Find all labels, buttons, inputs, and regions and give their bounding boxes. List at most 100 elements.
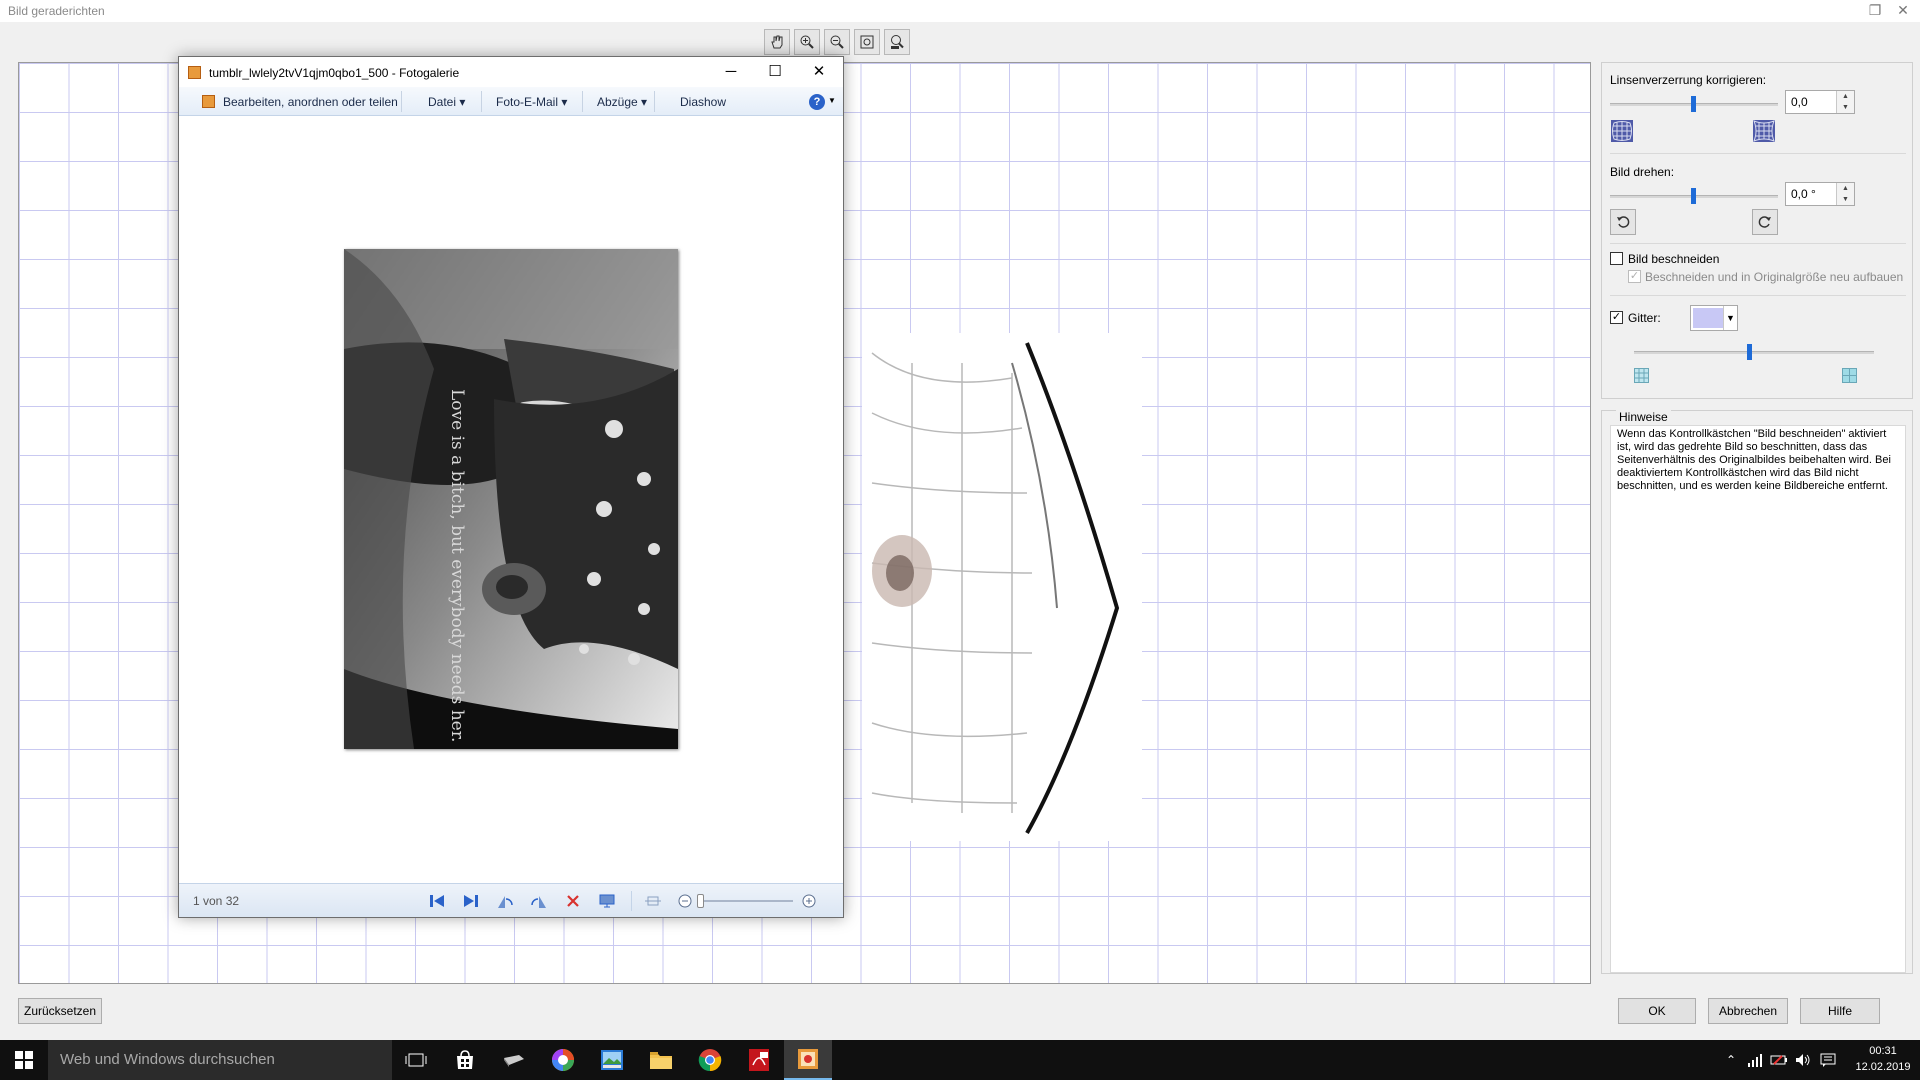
grid-color-swatch <box>1693 308 1723 328</box>
separator <box>631 891 632 911</box>
gallery-status-bar: 1 von 32 <box>179 883 843 917</box>
edit-icon <box>202 95 215 108</box>
rotate-left-icon <box>1617 216 1630 228</box>
large-grid-icon <box>1842 368 1857 383</box>
chrome-icon[interactable] <box>686 1040 734 1080</box>
zoom-in-icon[interactable] <box>794 29 820 55</box>
actual-size-icon[interactable] <box>884 29 910 55</box>
pincushion-distortion-icon <box>1753 120 1775 142</box>
hints-text: Wenn das Kontrollkästchen "Bild beschnei… <box>1610 425 1906 973</box>
window-title-bar: Bild geraderichten ❐ ✕ <box>0 0 1920 22</box>
maximize-icon[interactable]: ☐ <box>753 59 797 83</box>
chevron-down-icon[interactable]: ▼ <box>1723 306 1737 330</box>
rotate-value-input[interactable]: 0,0 ° ▲ ▼ <box>1785 182 1855 206</box>
grid-size-slider[interactable] <box>1634 351 1874 354</box>
photo-gallery-taskbar-icon[interactable] <box>784 1040 832 1080</box>
delete-icon[interactable] <box>563 892 583 910</box>
gallery-viewer: Love is a bitch, but everybody needs her… <box>179 116 843 883</box>
rotate-left-button[interactable] <box>1610 209 1636 235</box>
separator <box>401 91 402 112</box>
pdf-app-icon[interactable] <box>735 1040 783 1080</box>
zoom-slider[interactable] <box>697 900 793 902</box>
separator <box>582 91 583 112</box>
zoom-slider-thumb[interactable] <box>697 894 704 908</box>
store-icon[interactable] <box>441 1040 489 1080</box>
barrel-distortion-icon <box>1611 120 1633 142</box>
zoom-out-icon[interactable] <box>675 892 695 910</box>
hints-group: Hinweise Wenn das Kontrollkästchen "Bild… <box>1601 410 1913 974</box>
minimize-icon[interactable]: ─ <box>709 59 753 83</box>
volume-icon[interactable] <box>1792 1040 1814 1080</box>
taskbar-search-input[interactable]: Web und Windows durchsuchen <box>48 1040 392 1080</box>
rotate-label: Bild drehen: <box>1610 165 1675 179</box>
preview-photo <box>862 333 1142 841</box>
ok-button[interactable]: OK <box>1618 998 1696 1024</box>
photo-viewer-icon[interactable] <box>588 1040 636 1080</box>
rotate-slider-thumb[interactable] <box>1691 188 1696 204</box>
slideshow-icon[interactable] <box>597 892 617 910</box>
cancel-button[interactable]: Abbrechen <box>1708 998 1788 1024</box>
tray-chevron-icon[interactable]: ⌃ <box>1720 1040 1742 1080</box>
next-icon[interactable] <box>461 892 481 910</box>
taskbar: Web und Windows durchsuchen ⌃ 00:31 12.0… <box>0 1040 1920 1080</box>
battery-icon[interactable] <box>1768 1040 1790 1080</box>
separator <box>1610 243 1906 244</box>
gallery-photo: Love is a bitch, but everybody needs her… <box>344 249 678 749</box>
restore-icon[interactable]: ❐ <box>1860 0 1890 20</box>
hand-icon[interactable] <box>764 29 790 55</box>
zoom-in-icon[interactable] <box>799 892 819 910</box>
chevron-down-icon[interactable]: ▼ <box>828 96 836 105</box>
lens-value-input[interactable]: 0,0 ▲ ▼ <box>1785 90 1855 114</box>
zoom-out-icon[interactable] <box>824 29 850 55</box>
separator <box>1610 153 1906 154</box>
help-button[interactable]: Hilfe <box>1800 998 1880 1024</box>
rotate-right-button[interactable] <box>1752 209 1778 235</box>
file-explorer-icon[interactable] <box>637 1040 685 1080</box>
grid-size-slider-thumb[interactable] <box>1747 344 1753 360</box>
hints-title: Hinweise <box>1616 410 1671 424</box>
action-center-icon[interactable] <box>1816 1040 1840 1080</box>
windows-icon <box>15 1051 33 1069</box>
rotate-spinner-icon[interactable]: ▲ ▼ <box>1836 183 1854 205</box>
reset-button[interactable]: Zurücksetzen <box>18 998 102 1024</box>
task-view-icon[interactable] <box>392 1040 440 1080</box>
rotate-ccw-icon[interactable] <box>495 892 515 910</box>
view-toolbar <box>764 29 910 55</box>
menu-slideshow[interactable]: Diashow <box>680 95 726 109</box>
menu-edit[interactable]: Bearbeiten, anordnen oder teilen <box>223 95 398 109</box>
menu-file[interactable]: Datei ▾ <box>428 95 465 109</box>
settings-panel: Linsenverzerrung korrigieren: 0,0 ▲ ▼ Bil… <box>1601 62 1913 399</box>
crop-sub-label: Beschneiden und in Originalgröße neu auf… <box>1645 270 1904 284</box>
ssd-app-icon[interactable] <box>490 1040 538 1080</box>
clock-date: 12.02.2019 <box>1855 1061 1911 1073</box>
window-title: Bild geraderichten <box>8 4 105 18</box>
separator <box>1610 295 1906 296</box>
actual-size-icon[interactable] <box>643 892 663 910</box>
menu-photo-email[interactable]: Foto-E-Mail ▾ <box>496 95 567 109</box>
photo-gallery-window[interactable]: tumblr_lwlely2tvV1qjm0qbo1_500 - Fotogal… <box>178 56 844 918</box>
rotate-cw-icon[interactable] <box>529 892 549 910</box>
picasa-icon[interactable] <box>539 1040 587 1080</box>
fit-window-icon[interactable] <box>854 29 880 55</box>
previous-icon[interactable] <box>427 892 447 910</box>
lens-slider-thumb[interactable] <box>1691 96 1696 112</box>
gallery-app-icon <box>188 66 201 79</box>
crop-label: Bild beschneiden <box>1628 252 1720 266</box>
close-icon[interactable]: ✕ <box>1888 0 1918 20</box>
close-icon[interactable]: ✕ <box>797 59 841 83</box>
taskbar-clock[interactable]: 00:31 12.02.2019 <box>1850 1043 1916 1075</box>
separator <box>654 91 655 112</box>
clock-time: 00:31 <box>1869 1045 1897 1057</box>
network-icon[interactable] <box>1744 1040 1766 1080</box>
gallery-title-bar[interactable]: tumblr_lwlely2tvV1qjm0qbo1_500 - Fotogal… <box>179 57 843 87</box>
help-icon[interactable]: ? <box>809 94 825 110</box>
crop-checkbox[interactable] <box>1610 252 1623 265</box>
start-button[interactable] <box>0 1040 48 1080</box>
menu-prints[interactable]: Abzüge ▾ <box>597 95 647 109</box>
gallery-title: tumblr_lwlely2tvV1qjm0qbo1_500 - Fotogal… <box>209 66 460 80</box>
small-grid-icon <box>1634 368 1649 383</box>
grid-checkbox[interactable]: ✓ <box>1610 311 1623 324</box>
rotate-right-icon <box>1758 216 1771 228</box>
lens-spinner-icon[interactable]: ▲ ▼ <box>1836 91 1854 113</box>
grid-color-picker[interactable]: ▼ <box>1690 305 1738 331</box>
